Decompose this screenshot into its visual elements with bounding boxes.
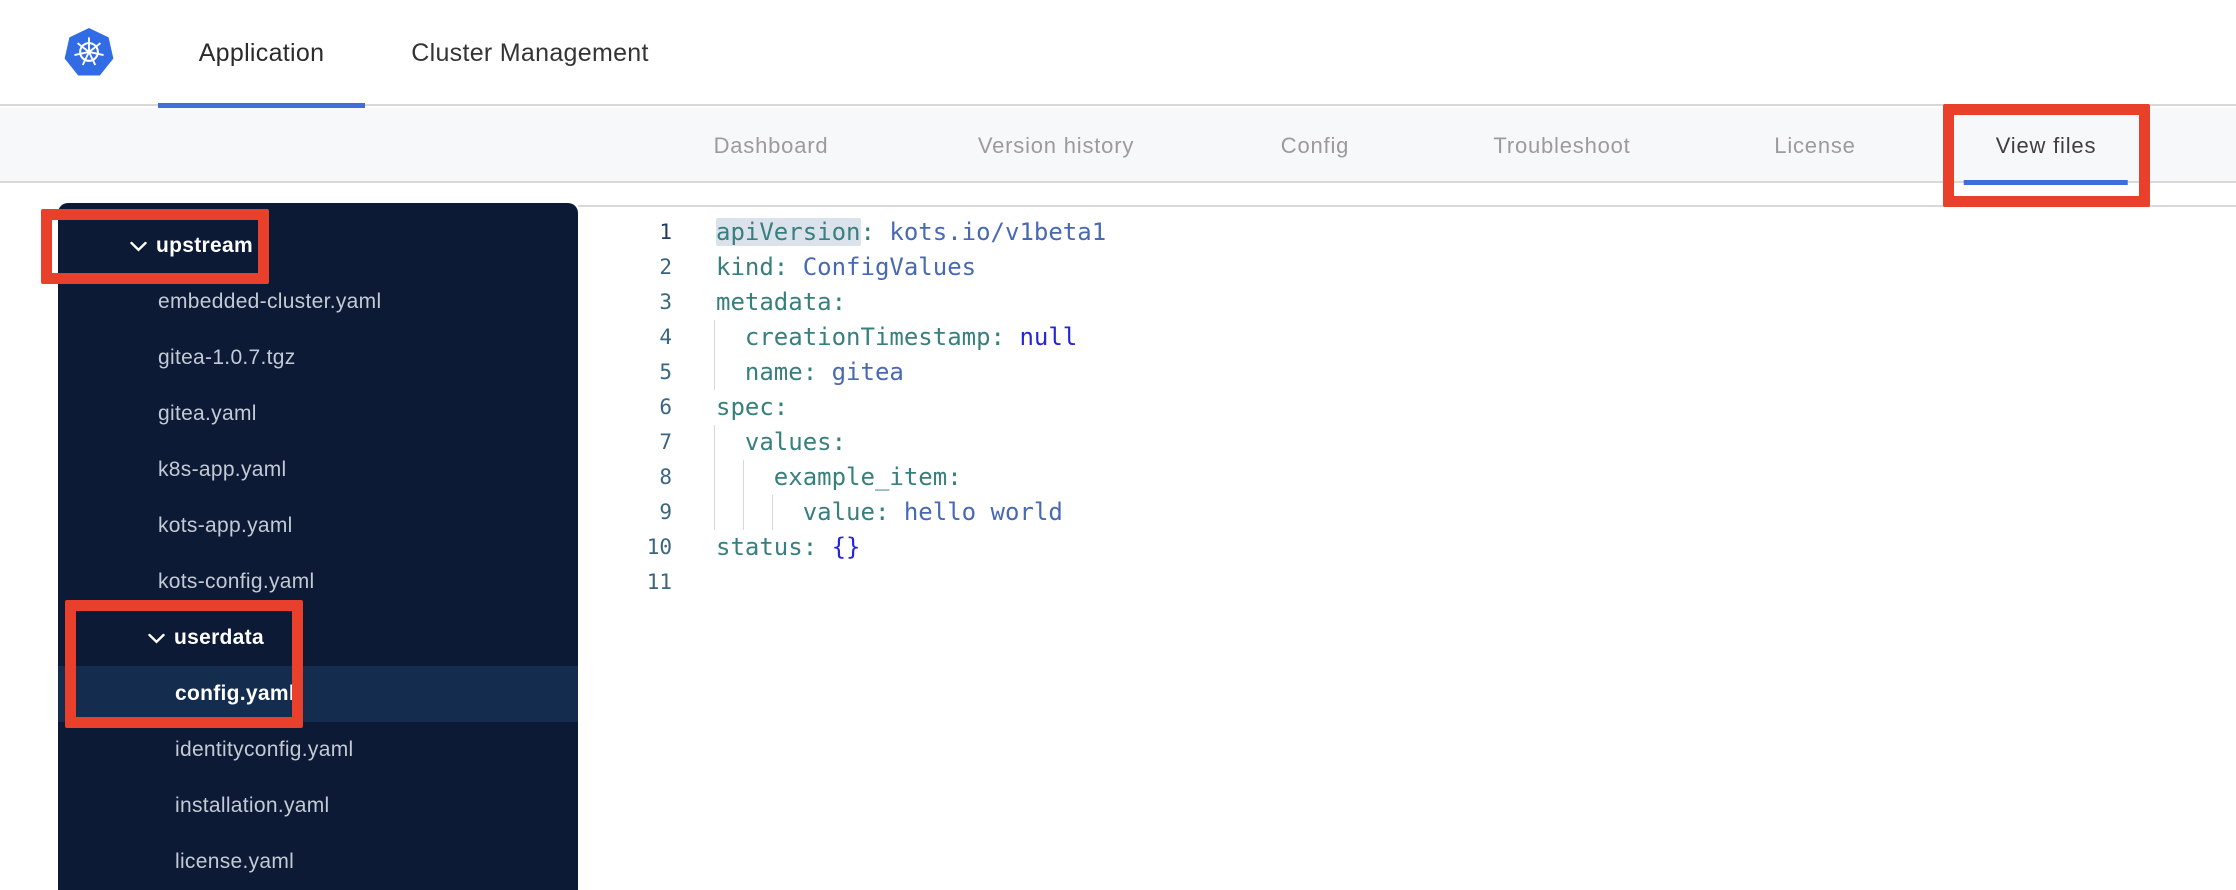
file-label: embedded-cluster.yaml xyxy=(158,290,382,313)
tab-troubleshoot[interactable]: Troubleshoot xyxy=(1493,108,1630,183)
file-label: kots-app.yaml xyxy=(158,514,293,537)
file-tree-item-identityconfig-yaml[interactable]: identityconfig.yaml xyxy=(58,722,578,778)
yaml-key: values xyxy=(716,428,832,456)
indent-guide xyxy=(714,355,715,390)
tab-version-history-label: Version history xyxy=(977,132,1135,158)
file-label: installation.yaml xyxy=(175,794,330,817)
yaml-key: name xyxy=(716,358,803,386)
tab-cluster-management-label: Cluster Management xyxy=(411,38,649,67)
chevron-down-icon xyxy=(148,633,165,643)
line-number: 7 xyxy=(659,430,672,454)
file-tree-folder-userdata[interactable]: userdata xyxy=(58,610,578,666)
file-label: gitea.yaml xyxy=(158,402,257,425)
indent-guide xyxy=(742,495,744,530)
line-number: 2 xyxy=(659,255,672,279)
yaml-value: null xyxy=(1019,323,1078,351)
file-tree-item-gitea-tgz[interactable]: gitea-1.0.7.tgz xyxy=(58,330,578,386)
code-line: 7 values: xyxy=(578,425,2236,460)
file-tree-item-k8s-app-yaml[interactable]: k8s-app.yaml xyxy=(58,442,578,498)
yaml-value: kots.io/v1beta1 xyxy=(889,218,1107,246)
indent-guide xyxy=(714,425,715,460)
file-tree-item-config-yaml-selected[interactable]: config.yaml xyxy=(58,666,578,722)
code-line: 6 spec: xyxy=(578,390,2236,425)
line-number: 10 xyxy=(646,535,672,559)
file-label: license.yaml xyxy=(175,850,295,873)
tab-troubleshoot-label: Troubleshoot xyxy=(1493,132,1631,158)
yaml-key: status xyxy=(716,533,803,561)
indent-guide xyxy=(714,320,715,355)
code-line: 2 kind: ConfigValues xyxy=(578,250,2236,285)
yaml-key: example_item xyxy=(716,463,948,491)
line-number: 6 xyxy=(659,395,672,419)
tab-view-files[interactable]: View files xyxy=(1964,108,2128,185)
yaml-key: spec xyxy=(716,393,774,421)
file-label: gitea-1.0.7.tgz xyxy=(158,346,296,369)
file-tree-item-gitea-yaml[interactable]: gitea.yaml xyxy=(58,386,578,442)
tab-config[interactable]: Config xyxy=(1281,108,1349,183)
tab-application[interactable]: Application xyxy=(158,0,365,108)
file-label: config.yaml xyxy=(175,682,295,705)
line-number: 8 xyxy=(659,465,672,489)
file-tree-item-license-yaml[interactable]: license.yaml xyxy=(58,834,578,890)
tab-license[interactable]: License xyxy=(1774,108,1855,183)
tab-application-label: Application xyxy=(198,38,325,67)
yaml-file-viewer: 1 apiVersion: kots.io/v1beta1 2 kind: Co… xyxy=(578,205,2236,890)
code-line: 11 xyxy=(578,565,2236,600)
yaml-value: ConfigValues xyxy=(802,253,977,281)
code-line: 9 value: hello world xyxy=(578,495,2236,530)
file-tree-item-embedded-cluster-yaml[interactable]: embedded-cluster.yaml xyxy=(58,274,578,330)
yaml-value: hello world xyxy=(903,498,1063,526)
code-line: 5 name: gitea xyxy=(578,355,2236,390)
indent-guide xyxy=(742,460,744,495)
indent-guide xyxy=(714,460,715,495)
file-label: kots-config.yaml xyxy=(158,570,315,593)
chevron-down-icon xyxy=(130,241,147,251)
line-number: 4 xyxy=(659,325,672,349)
yaml-key: kind xyxy=(716,253,774,281)
yaml-value: gitea xyxy=(831,358,904,386)
line-number: 1 xyxy=(659,220,672,244)
kubernetes-logo-icon xyxy=(64,28,114,76)
folder-label: upstream xyxy=(156,234,253,257)
line-number: 9 xyxy=(659,500,672,524)
tab-view-files-label: View files xyxy=(1995,132,2097,158)
active-subtab-underline xyxy=(1964,180,2128,185)
file-tree-item-kots-config-yaml[interactable]: kots-config.yaml xyxy=(58,554,578,610)
file-tree-sidebar: upstream embedded-cluster.yaml gitea-1.0… xyxy=(58,203,578,890)
kots-admin-console: Application Cluster Management Dashboard… xyxy=(0,0,2236,890)
file-tree-folder-upstream[interactable]: upstream xyxy=(58,218,578,274)
tab-dashboard[interactable]: Dashboard xyxy=(714,108,829,183)
code-line: 1 apiVersion: kots.io/v1beta1 xyxy=(578,215,2236,250)
code-line: 4 creationTimestamp: null xyxy=(578,320,2236,355)
tab-dashboard-label: Dashboard xyxy=(713,132,829,158)
code-line: 8 example_item: xyxy=(578,460,2236,495)
file-tree-item-kots-app-yaml[interactable]: kots-app.yaml xyxy=(58,498,578,554)
yaml-key: creationTimestamp xyxy=(716,323,991,351)
file-tree-item-installation-yaml[interactable]: installation.yaml xyxy=(58,778,578,834)
code-line: 3 metadata: xyxy=(578,285,2236,320)
file-label: k8s-app.yaml xyxy=(158,458,287,481)
indent-guide xyxy=(714,495,715,530)
code-line: 10 status: {} xyxy=(578,530,2236,565)
folder-label: userdata xyxy=(174,626,264,649)
indent-guide xyxy=(771,495,773,530)
top-bar: Application Cluster Management xyxy=(0,0,2236,108)
tab-version-history[interactable]: Version history xyxy=(978,108,1134,183)
yaml-value: {} xyxy=(831,533,861,561)
yaml-key: value xyxy=(716,498,875,526)
tab-config-label: Config xyxy=(1280,132,1350,158)
yaml-key: metadata xyxy=(716,288,832,316)
yaml-key: apiVersion xyxy=(716,218,861,246)
tab-license-label: License xyxy=(1774,132,1856,158)
file-label: identityconfig.yaml xyxy=(175,738,354,761)
line-number: 3 xyxy=(659,290,672,314)
line-number: 5 xyxy=(659,360,672,384)
app-subnav: Dashboard Version history Config Trouble… xyxy=(0,108,2236,185)
line-number: 11 xyxy=(646,570,672,594)
tab-cluster-management[interactable]: Cluster Management xyxy=(397,0,663,106)
